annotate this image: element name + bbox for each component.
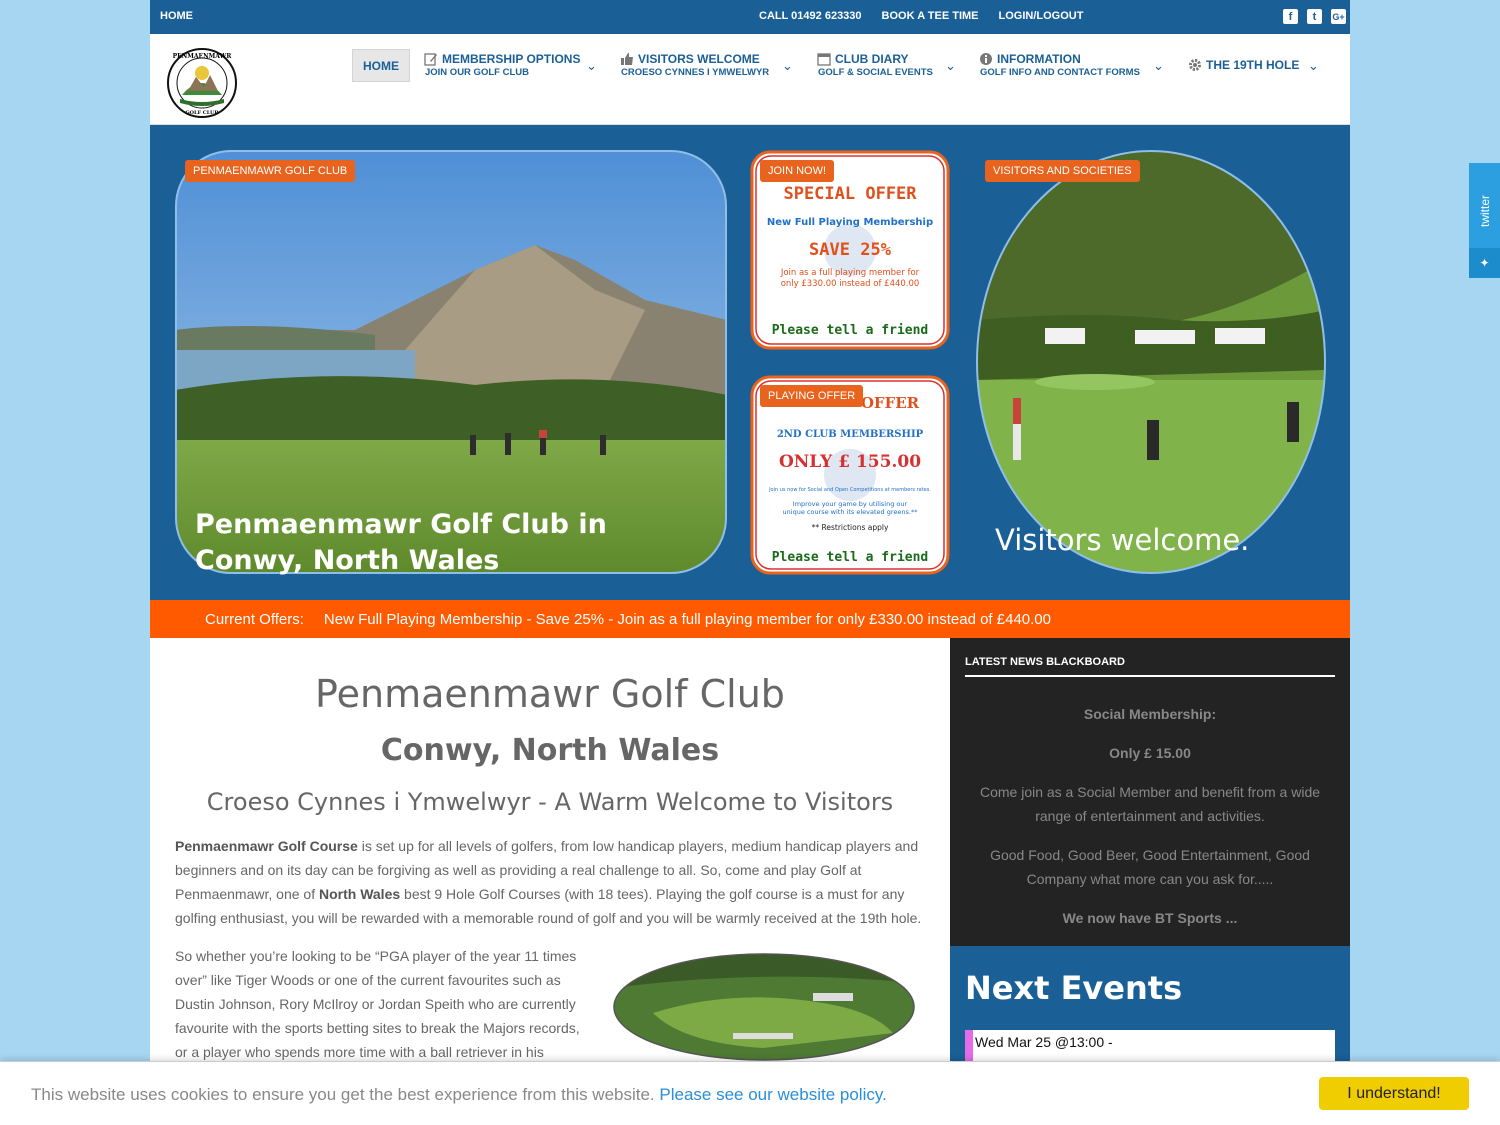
tag-join-now: JOIN NOW! bbox=[760, 160, 835, 182]
nav-19th-title: THE 19TH HOLE bbox=[1206, 58, 1300, 72]
nav-diary-title: CLUB DIARY bbox=[835, 52, 909, 66]
top-home-link[interactable]: HOME bbox=[160, 10, 193, 22]
thumbs-up-icon bbox=[621, 53, 633, 65]
blackboard-title: LATEST NEWS BLACKBOARD bbox=[965, 656, 1125, 668]
intro-paragraph: Penmaenmawr Golf Course is set up for al… bbox=[175, 834, 930, 930]
club-logo[interactable]: PENMAENMAWR GOLF CLUB bbox=[166, 47, 238, 119]
nav-club-diary[interactable]: CLUB DIARY GOLF & SOCIAL EVENTS ⌄ bbox=[817, 52, 956, 78]
nav-membership-options[interactable]: MEMBERSHIP OPTIONS JOIN OUR GOLF CLUB ⌄ bbox=[424, 52, 597, 78]
twitter-side-tab[interactable]: twitter ✦ bbox=[1469, 163, 1500, 278]
news-bt-sports[interactable]: We now have BT Sports ... bbox=[970, 906, 1330, 930]
chevron-down-icon: ⌄ bbox=[586, 58, 597, 73]
offer1-title: SPECIAL OFFER bbox=[783, 184, 917, 204]
main-nav: PENMAENMAWR GOLF CLUB HOME MEMBERSHIP OP… bbox=[150, 34, 1350, 125]
offer2-title: OFFER bbox=[861, 394, 920, 412]
news-good-food-text: Good Food, Good Beer, Good Entertainment… bbox=[990, 847, 1310, 887]
offer2-small2: Improve your game by utilising our bbox=[793, 500, 908, 508]
offer2-price: ONLY £ 155.00 bbox=[779, 452, 921, 472]
current-offers-ticker: Current Offers: New Full Playing Members… bbox=[150, 600, 1350, 638]
call-link[interactable]: CALL 01492 623330 bbox=[759, 10, 862, 22]
cookie-policy-link[interactable]: Please see our website policy. bbox=[659, 1085, 886, 1104]
ticker-message[interactable]: New Full Playing Membership - Save 25% -… bbox=[324, 611, 1051, 628]
nav-information-sub: GOLF INFO AND CONTACT FORMS bbox=[980, 67, 1140, 78]
page-subtitle: Conwy, North Wales bbox=[380, 733, 720, 768]
cookie-accept-button[interactable]: I understand! bbox=[1319, 1077, 1469, 1110]
logo-top-text: PENMAENMAWR bbox=[173, 53, 233, 60]
nav-home-button[interactable]: HOME bbox=[352, 49, 410, 82]
news-price: Only £ 15.00 bbox=[1109, 745, 1191, 761]
offer1-tell-friend: Please tell a friend bbox=[772, 323, 929, 338]
aerial-course-photo bbox=[613, 953, 915, 1061]
tag-playing-offer: PLAYING OFFER bbox=[760, 385, 864, 407]
facebook-icon[interactable]: f bbox=[1283, 9, 1298, 24]
google-plus-icon[interactable]: G+ bbox=[1331, 9, 1346, 24]
offer2-restrictions: ** Restrictions apply bbox=[812, 523, 889, 532]
hero-caption-2: Visitors welcome. bbox=[995, 523, 1250, 557]
page-title: Penmaenmawr Golf Club bbox=[315, 672, 785, 716]
cookie-text: This website uses cookies to ensure you … bbox=[31, 1085, 887, 1105]
hero-visitors-photo[interactable] bbox=[975, 150, 1327, 574]
nav-information-title: INFORMATION bbox=[997, 52, 1081, 66]
tag-visitors-and-societies: VISITORS AND SOCIETIES bbox=[985, 160, 1140, 182]
nav-visitors-title: VISITORS WELCOME bbox=[638, 52, 760, 66]
logo-bottom-text: GOLF CLUB bbox=[185, 110, 218, 116]
twitter-tab-text: twitter bbox=[1477, 194, 1492, 228]
info-icon bbox=[980, 53, 992, 65]
page-wrapper: HOME CALL 01492 623330 BOOK A TEE TIME L… bbox=[150, 0, 1350, 1125]
tag-penmaenmawr-golf-club: PENMAENMAWR GOLF CLUB bbox=[185, 160, 356, 182]
top-links: CALL 01492 623330 BOOK A TEE TIME LOGIN/… bbox=[759, 10, 1083, 22]
book-tee-time-link[interactable]: BOOK A TEE TIME bbox=[882, 10, 979, 22]
next-events-heading: Next Events bbox=[965, 969, 1183, 1007]
offer1-line1: New Full Playing Membership bbox=[767, 217, 933, 228]
top-bar: HOME CALL 01492 623330 BOOK A TEE TIME L… bbox=[150, 0, 1350, 34]
login-logout-link[interactable]: LOGIN/LOGOUT bbox=[999, 10, 1084, 22]
offer2-tell-friend: Please tell a friend bbox=[772, 550, 929, 565]
offer2-small3: unique course with its elevated greens.*… bbox=[783, 508, 919, 516]
welcome-heading: Croeso Cynnes i Ymwelwyr - A Warm Welcom… bbox=[206, 788, 894, 816]
main-content: Penmaenmawr Golf Club Conwy, North Wales… bbox=[150, 638, 950, 1125]
edit-icon bbox=[424, 53, 437, 66]
chevron-down-icon: ⌄ bbox=[1308, 58, 1319, 73]
twitter-bird-icon[interactable]: ✦ bbox=[1469, 248, 1500, 278]
latest-news-blackboard: LATEST NEWS BLACKBOARD Social Membership… bbox=[950, 638, 1350, 946]
nav-19th-hole[interactable]: THE 19TH HOLE ⌄ bbox=[1188, 58, 1319, 73]
cookie-message: This website uses cookies to ensure you … bbox=[31, 1085, 660, 1104]
twitter-icon[interactable]: t bbox=[1307, 9, 1322, 24]
intro-bold-course: Penmaenmawr Golf Course bbox=[175, 838, 358, 854]
ticker-label: Current Offers: bbox=[205, 610, 304, 628]
nav-visitors-welcome[interactable]: VISITORS WELCOME CROESO CYNNES I YMWELWY… bbox=[620, 52, 793, 78]
gear-icon bbox=[1189, 59, 1201, 71]
nav-membership-sub: JOIN OUR GOLF CLUB bbox=[425, 67, 529, 78]
social-links: f t G+ bbox=[1283, 9, 1346, 24]
nav-information[interactable]: INFORMATION GOLF INFO AND CONTACT FORMS … bbox=[979, 52, 1164, 78]
offer1-save: SAVE 25% bbox=[809, 240, 892, 260]
news-join-text: Come join as a Social Member and benefit… bbox=[979, 784, 1321, 824]
nav-membership-title: MEMBERSHIP OPTIONS bbox=[442, 52, 581, 66]
offer1-note2: only £330.00 instead of £440.00 bbox=[781, 279, 920, 289]
nav-diary-sub: GOLF & SOCIAL EVENTS bbox=[818, 67, 933, 78]
offer2-small1: Join us now for Social and Open Competit… bbox=[768, 487, 931, 493]
hero-caption-1: Penmaenmawr Golf Club in Conwy, North Wa… bbox=[195, 509, 607, 576]
blackboard-divider bbox=[965, 675, 1335, 677]
calendar-icon bbox=[817, 53, 831, 66]
cookie-banner: This website uses cookies to ensure you … bbox=[0, 1061, 1500, 1125]
nav-visitors-sub: CROESO CYNNES I YMWELWYR bbox=[621, 67, 770, 78]
twitter-tab-label: twitter bbox=[1469, 181, 1500, 241]
offer2-line1: 2ND CLUB MEMBERSHIP bbox=[777, 429, 924, 440]
offer1-note1: Join as a full playing member for bbox=[780, 268, 920, 278]
news-social-membership: Social Membership: bbox=[1083, 706, 1217, 722]
hero-section: PENMAENMAWR GOLF CLUB Penmaenmawr Golf C… bbox=[150, 125, 1350, 600]
chevron-down-icon: ⌄ bbox=[945, 58, 956, 73]
chevron-down-icon: ⌄ bbox=[782, 58, 793, 73]
intro-bold-wales: North Wales bbox=[318, 886, 401, 902]
chevron-down-icon: ⌄ bbox=[1153, 58, 1164, 73]
